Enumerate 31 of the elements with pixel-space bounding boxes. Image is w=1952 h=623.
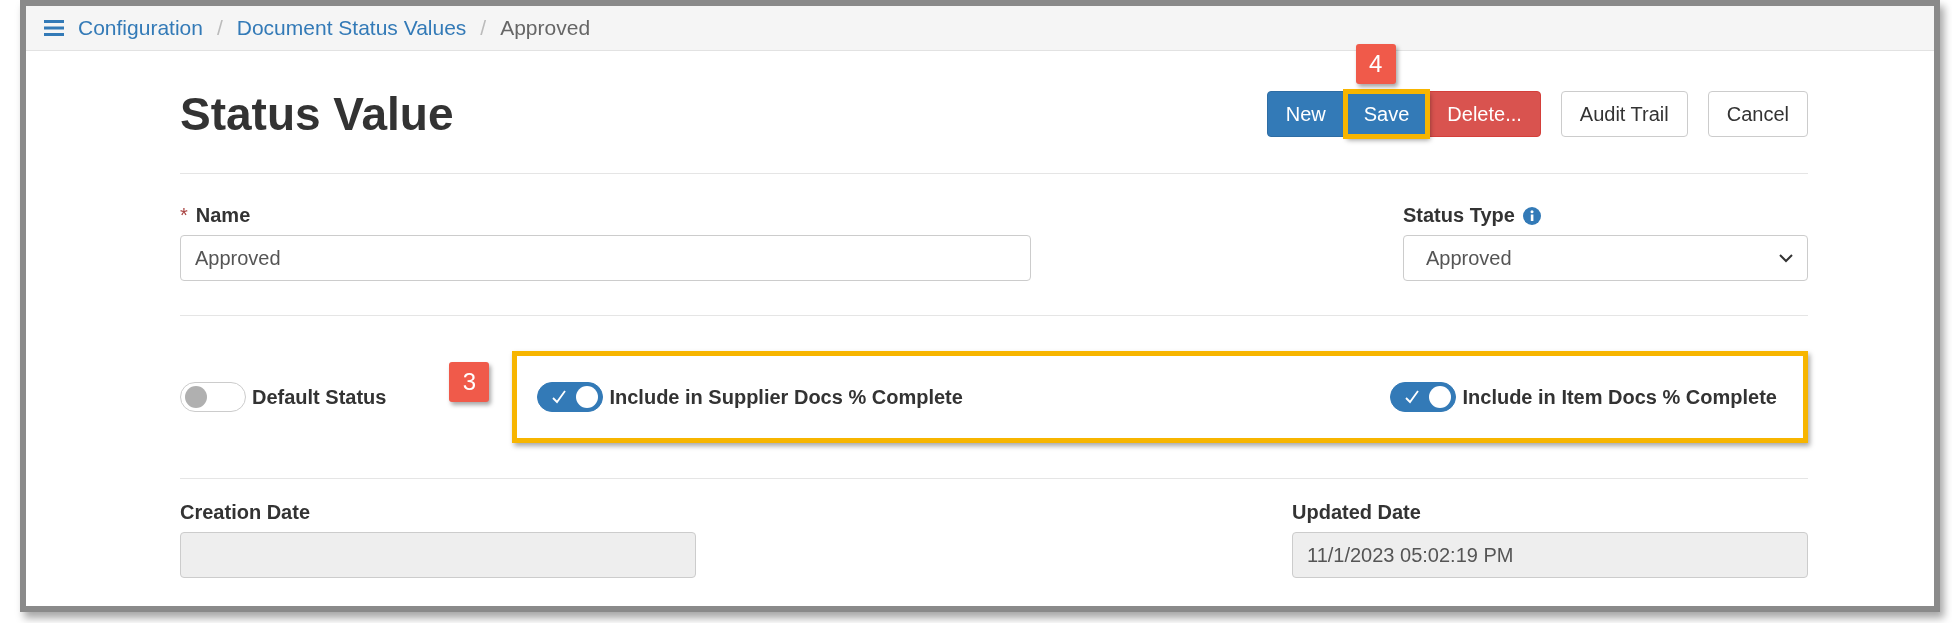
toggle-switch[interactable] — [537, 382, 604, 412]
toggle-label: Include in Supplier Docs % Complete — [609, 385, 963, 409]
menu-icon[interactable] — [44, 19, 64, 37]
toggle-switch[interactable] — [180, 382, 246, 412]
step-badge: 3 — [449, 362, 490, 402]
step-badge: 4 — [1355, 44, 1396, 84]
toggle-label: Include in Item Docs % Complete — [1462, 385, 1777, 409]
page-title: Status Value — [180, 87, 454, 141]
info-icon[interactable] — [1522, 206, 1541, 225]
action-button[interactable]: Cancel — [1707, 91, 1808, 137]
action-button[interactable]: Delete... — [1428, 91, 1541, 137]
check-icon — [1405, 390, 1420, 404]
field-label: Creation Date — [180, 501, 311, 524]
field-label: Status Type — [1403, 204, 1515, 227]
text-field[interactable]: Approved — [180, 235, 1031, 281]
required-marker: * — [180, 204, 188, 227]
toggle-label: Default Status — [252, 385, 387, 409]
breadcrumb-separator: / — [480, 16, 487, 40]
field-label: Updated Date — [1292, 501, 1421, 524]
breadcrumb-link[interactable]: Configuration — [78, 16, 203, 40]
field-label: Name — [195, 204, 251, 227]
select-field[interactable]: Approved — [1403, 235, 1808, 281]
check-icon — [552, 390, 567, 404]
action-button[interactable]: Audit Trail — [1560, 91, 1688, 137]
date-field: 11/1/2023 05:02:19 PM — [1292, 532, 1808, 578]
breadcrumb-link[interactable]: Document Status Values — [236, 16, 467, 40]
action-button[interactable]: New — [1266, 91, 1345, 137]
current-page-label: Approved — [500, 16, 591, 40]
chevron-down-icon — [1779, 253, 1793, 263]
breadcrumb-separator: / — [216, 16, 223, 40]
toggle-switch[interactable] — [1390, 382, 1457, 412]
